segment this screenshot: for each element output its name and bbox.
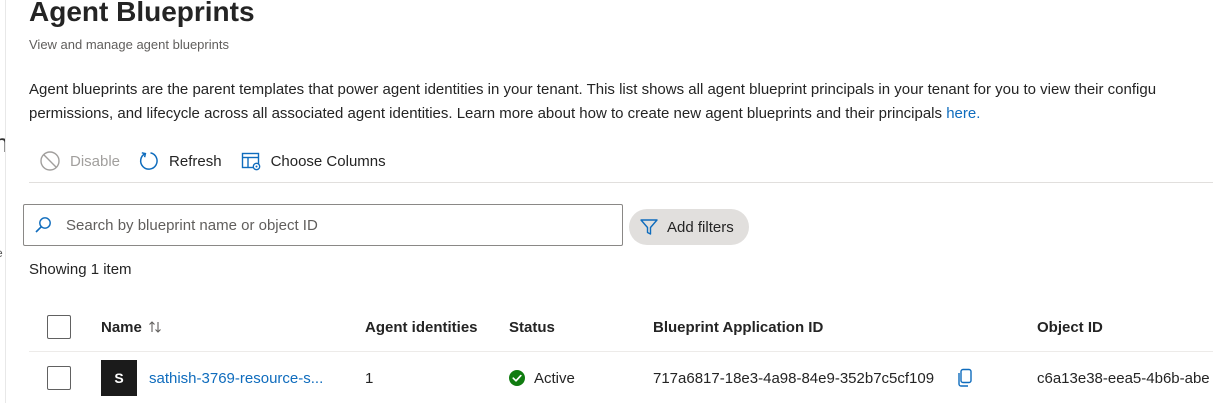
disable-label: Disable bbox=[70, 152, 121, 170]
blueprint-name-link[interactable]: sathish-3769-resource-s... bbox=[149, 370, 323, 387]
select-all-cell bbox=[47, 303, 71, 351]
description-line-1: Agent blueprints are the parent template… bbox=[29, 81, 1157, 98]
page-description: Agent blueprints are the parent template… bbox=[29, 78, 1213, 126]
agent-identities-value: 1 bbox=[365, 369, 374, 387]
object-id-value: c6a13e38-eea5-4b6b-abe bbox=[1037, 369, 1210, 387]
refresh-button[interactable]: Refresh bbox=[138, 150, 222, 172]
result-count: Showing 1 item bbox=[29, 261, 132, 278]
underlying-panel-fragment: e bbox=[0, 246, 3, 260]
status-cell: Active bbox=[509, 352, 575, 404]
underlying-panel-edge: n e r bbox=[0, 0, 6, 403]
column-header-app-id[interactable]: Blueprint Application ID bbox=[653, 303, 823, 351]
app-id-value: 717a6817-18e3-4a98-84e9-352b7c5cf109 bbox=[653, 369, 935, 387]
table-header-row: Name Agent identities Status Blueprint A… bbox=[29, 303, 1213, 352]
choose-columns-button[interactable]: Choose Columns bbox=[240, 150, 386, 172]
row-checkbox[interactable] bbox=[47, 366, 71, 390]
name-cell: S sathish-3769-resource-s... bbox=[101, 352, 323, 404]
add-filters-button[interactable]: Add filters bbox=[629, 209, 749, 245]
filter-icon bbox=[639, 217, 659, 237]
description-text: permissions, and lifecycle across all as… bbox=[29, 105, 947, 122]
column-header-agent-identities[interactable]: Agent identities bbox=[365, 303, 478, 351]
panel-divider bbox=[5, 0, 6, 403]
toolbar-divider bbox=[29, 182, 1213, 183]
sort-icon bbox=[148, 320, 162, 334]
search-icon bbox=[34, 216, 52, 234]
choose-columns-label: Choose Columns bbox=[270, 152, 386, 170]
column-header-name[interactable]: Name bbox=[101, 303, 162, 351]
table-row[interactable]: S sathish-3769-resource-s... 1 Active 71… bbox=[29, 352, 1213, 404]
refresh-label: Refresh bbox=[169, 152, 222, 170]
column-header-object-id[interactable]: Object ID bbox=[1037, 303, 1103, 351]
avatar: S bbox=[101, 360, 137, 396]
command-bar: Disable Refresh Choose Columns bbox=[39, 146, 404, 176]
row-select-cell bbox=[47, 352, 71, 404]
check-circle-icon bbox=[509, 370, 525, 386]
add-filters-label: Add filters bbox=[667, 218, 734, 236]
disable-button[interactable]: Disable bbox=[39, 150, 120, 172]
page-subtitle: View and manage agent blueprints bbox=[29, 37, 229, 52]
disable-icon bbox=[39, 150, 61, 172]
column-header-status[interactable]: Status bbox=[509, 303, 555, 351]
refresh-icon bbox=[138, 150, 160, 172]
search-box[interactable] bbox=[23, 204, 623, 246]
description-line-2: permissions, and lifecycle across all as… bbox=[29, 102, 1213, 126]
learn-more-link[interactable]: here. bbox=[946, 105, 980, 122]
copy-icon[interactable] bbox=[956, 368, 974, 388]
page-title: Agent Blueprints bbox=[29, 0, 255, 27]
blueprints-table: Name Agent identities Status Blueprint A… bbox=[29, 303, 1213, 404]
column-header-name-label: Name bbox=[101, 318, 142, 336]
select-all-checkbox[interactable] bbox=[47, 315, 71, 339]
app-id-cell: 717a6817-18e3-4a98-84e9-352b7c5cf109 bbox=[653, 352, 974, 404]
search-input[interactable] bbox=[66, 216, 586, 234]
columns-icon bbox=[240, 150, 262, 172]
status-value: Active bbox=[534, 369, 575, 387]
